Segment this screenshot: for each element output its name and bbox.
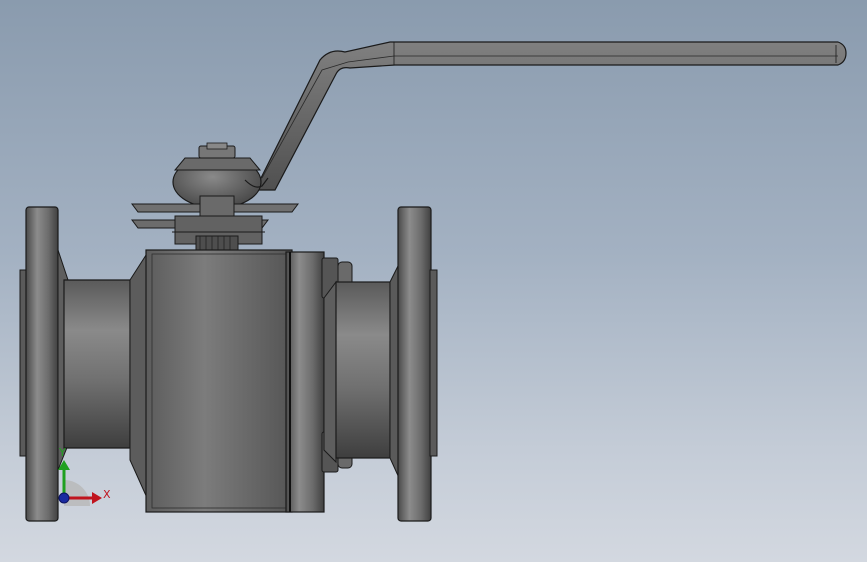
- valve-body: [145, 249, 325, 513]
- stop-plate: [131, 195, 299, 251]
- lever-handle: [254, 41, 847, 191]
- left-pipe: [63, 250, 149, 501]
- reference-triad: Y X: [58, 446, 111, 506]
- valve-model[interactable]: Y X: [0, 0, 867, 562]
- triad-x-label: X: [103, 488, 111, 501]
- right-flange: [397, 206, 438, 522]
- right-pipe: [323, 261, 401, 481]
- graphics-viewport[interactable]: Y X: [0, 0, 867, 562]
- triad-quadrant-icon: [64, 480, 90, 506]
- left-flange: [19, 206, 69, 522]
- triad-z-axis: [58, 492, 70, 504]
- triad-y-label: Y: [58, 446, 66, 459]
